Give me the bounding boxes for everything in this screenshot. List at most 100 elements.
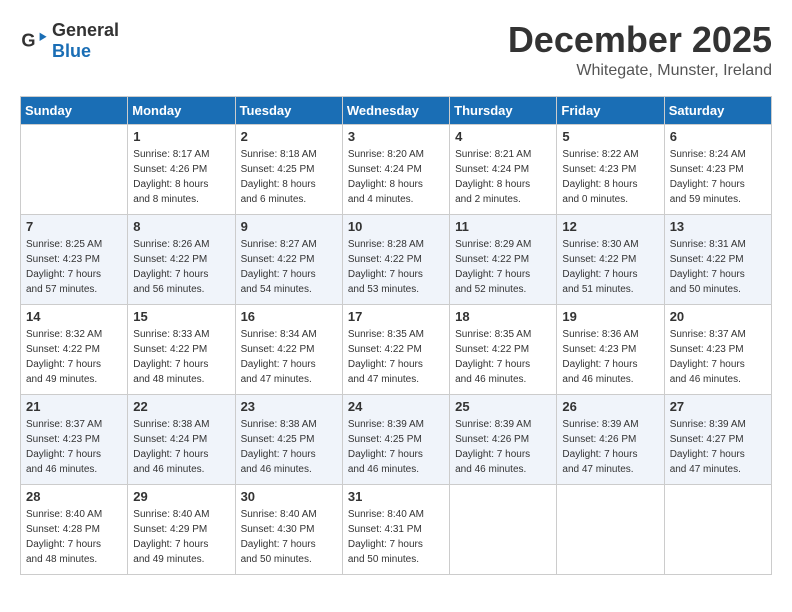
- day-info: Sunrise: 8:30 AMSunset: 4:22 PMDaylight:…: [562, 237, 658, 297]
- svg-text:G: G: [21, 31, 35, 51]
- day-number: 21: [26, 399, 122, 414]
- day-info: Sunrise: 8:33 AMSunset: 4:22 PMDaylight:…: [133, 327, 229, 387]
- logo-blue-text: Blue: [52, 41, 91, 61]
- day-number: 8: [133, 219, 229, 234]
- day-info: Sunrise: 8:37 AMSunset: 4:23 PMDaylight:…: [26, 417, 122, 477]
- day-number: 28: [26, 489, 122, 504]
- calendar-cell: 25 Sunrise: 8:39 AMSunset: 4:26 PMDayligh…: [450, 394, 557, 484]
- calendar-week-row: 14 Sunrise: 8:32 AMSunset: 4:22 PMDayligh…: [21, 304, 772, 394]
- day-number: 23: [241, 399, 337, 414]
- day-number: 24: [348, 399, 444, 414]
- logo-icon: G: [20, 27, 48, 55]
- day-number: 6: [670, 129, 766, 144]
- location-title: Whitegate, Munster, Ireland: [508, 62, 772, 80]
- day-number: 13: [670, 219, 766, 234]
- day-number: 17: [348, 309, 444, 324]
- day-info: Sunrise: 8:21 AMSunset: 4:24 PMDaylight:…: [455, 147, 551, 207]
- calendar-cell: 16Sunrise: 8:34 AMSunset: 4:22 PMDayligh…: [235, 304, 342, 394]
- day-number: 19: [562, 309, 658, 324]
- calendar-cell: 5 Sunrise: 8:22 AMSunset: 4:23 PMDaylight…: [557, 124, 664, 214]
- day-number: 27: [670, 399, 766, 414]
- day-info: Sunrise: 8:40 AMSunset: 4:29 PMDaylight:…: [133, 507, 229, 567]
- day-info: Sunrise: 8:18 AMSunset: 4:25 PMDaylight:…: [241, 147, 337, 207]
- calendar-cell: 15 Sunrise: 8:33 AMSunset: 4:22 PMDayligh…: [128, 304, 235, 394]
- calendar-cell: 27 Sunrise: 8:39 AMSunset: 4:27 PMDayligh…: [664, 394, 771, 484]
- calendar-day-header: Sunday: [21, 96, 128, 124]
- day-info: Sunrise: 8:32 AMSunset: 4:22 PMDaylight:…: [26, 327, 122, 387]
- calendar-cell: 30Sunrise: 8:40 AMSunset: 4:30 PMDayligh…: [235, 484, 342, 574]
- calendar-cell: 26Sunrise: 8:39 AMSunset: 4:26 PMDayligh…: [557, 394, 664, 484]
- day-info: Sunrise: 8:39 AMSunset: 4:27 PMDaylight:…: [670, 417, 766, 477]
- day-number: 26: [562, 399, 658, 414]
- calendar-table: SundayMondayTuesdayWednesdayThursdayFrid…: [20, 96, 772, 575]
- calendar-cell: 31 Sunrise: 8:40 AMSunset: 4:31 PMDayligh…: [342, 484, 449, 574]
- calendar-day-header: Saturday: [664, 96, 771, 124]
- day-info: Sunrise: 8:27 AMSunset: 4:22 PMDaylight:…: [241, 237, 337, 297]
- day-info: Sunrise: 8:38 AMSunset: 4:25 PMDaylight:…: [241, 417, 337, 477]
- calendar-day-header: Tuesday: [235, 96, 342, 124]
- day-info: Sunrise: 8:35 AMSunset: 4:22 PMDaylight:…: [348, 327, 444, 387]
- day-number: 9: [241, 219, 337, 234]
- calendar-cell: 9 Sunrise: 8:27 AMSunset: 4:22 PMDaylight…: [235, 214, 342, 304]
- day-number: 5: [562, 129, 658, 144]
- day-number: 15: [133, 309, 229, 324]
- day-number: 14: [26, 309, 122, 324]
- day-number: 3: [348, 129, 444, 144]
- calendar-cell: 17 Sunrise: 8:35 AMSunset: 4:22 PMDayligh…: [342, 304, 449, 394]
- day-number: 7: [26, 219, 122, 234]
- calendar-cell: 10Sunrise: 8:28 AMSunset: 4:22 PMDayligh…: [342, 214, 449, 304]
- day-number: 1: [133, 129, 229, 144]
- day-info: Sunrise: 8:35 AMSunset: 4:22 PMDaylight:…: [455, 327, 551, 387]
- calendar-cell: 29 Sunrise: 8:40 AMSunset: 4:29 PMDayligh…: [128, 484, 235, 574]
- page-header: G General Blue December 2025 Whitegate, …: [20, 20, 772, 80]
- day-info: Sunrise: 8:38 AMSunset: 4:24 PMDaylight:…: [133, 417, 229, 477]
- day-number: 12: [562, 219, 658, 234]
- day-number: 2: [241, 129, 337, 144]
- day-info: Sunrise: 8:26 AMSunset: 4:22 PMDaylight:…: [133, 237, 229, 297]
- day-info: Sunrise: 8:39 AMSunset: 4:26 PMDaylight:…: [455, 417, 551, 477]
- day-info: Sunrise: 8:20 AMSunset: 4:24 PMDaylight:…: [348, 147, 444, 207]
- day-info: Sunrise: 8:28 AMSunset: 4:22 PMDaylight:…: [348, 237, 444, 297]
- day-number: 11: [455, 219, 551, 234]
- calendar-cell: 20 Sunrise: 8:37 AMSunset: 4:23 PMDayligh…: [664, 304, 771, 394]
- day-number: 20: [670, 309, 766, 324]
- calendar-cell: 3 Sunrise: 8:20 AMSunset: 4:24 PMDaylight…: [342, 124, 449, 214]
- calendar-cell: 1Sunrise: 8:17 AMSunset: 4:26 PMDaylight…: [128, 124, 235, 214]
- calendar-cell: [450, 484, 557, 574]
- day-info: Sunrise: 8:37 AMSunset: 4:23 PMDaylight:…: [670, 327, 766, 387]
- month-title: December 2025: [508, 20, 772, 60]
- calendar-cell: 14 Sunrise: 8:32 AMSunset: 4:22 PMDayligh…: [21, 304, 128, 394]
- day-info: Sunrise: 8:40 AMSunset: 4:28 PMDaylight:…: [26, 507, 122, 567]
- calendar-cell: 7 Sunrise: 8:25 AMSunset: 4:23 PMDaylight…: [21, 214, 128, 304]
- day-info: Sunrise: 8:22 AMSunset: 4:23 PMDaylight:…: [562, 147, 658, 207]
- calendar-day-header: Monday: [128, 96, 235, 124]
- calendar-cell: 19 Sunrise: 8:36 AMSunset: 4:23 PMDayligh…: [557, 304, 664, 394]
- calendar-week-row: 7 Sunrise: 8:25 AMSunset: 4:23 PMDaylight…: [21, 214, 772, 304]
- calendar-week-row: 21 Sunrise: 8:37 AMSunset: 4:23 PMDayligh…: [21, 394, 772, 484]
- calendar-day-header: Wednesday: [342, 96, 449, 124]
- calendar-cell: 6 Sunrise: 8:24 AMSunset: 4:23 PMDaylight…: [664, 124, 771, 214]
- calendar-cell: 24Sunrise: 8:39 AMSunset: 4:25 PMDayligh…: [342, 394, 449, 484]
- day-number: 16: [241, 309, 337, 324]
- calendar-cell: 4Sunrise: 8:21 AMSunset: 4:24 PMDaylight…: [450, 124, 557, 214]
- day-info: Sunrise: 8:31 AMSunset: 4:22 PMDaylight:…: [670, 237, 766, 297]
- day-number: 29: [133, 489, 229, 504]
- calendar-cell: 12 Sunrise: 8:30 AMSunset: 4:22 PMDayligh…: [557, 214, 664, 304]
- day-info: Sunrise: 8:40 AMSunset: 4:30 PMDaylight:…: [241, 507, 337, 567]
- day-info: Sunrise: 8:36 AMSunset: 4:23 PMDaylight:…: [562, 327, 658, 387]
- day-info: Sunrise: 8:24 AMSunset: 4:23 PMDaylight:…: [670, 147, 766, 207]
- day-number: 25: [455, 399, 551, 414]
- day-info: Sunrise: 8:29 AMSunset: 4:22 PMDaylight:…: [455, 237, 551, 297]
- day-number: 18: [455, 309, 551, 324]
- title-area: December 2025 Whitegate, Munster, Irelan…: [508, 20, 772, 80]
- calendar-cell: [21, 124, 128, 214]
- calendar-cell: 8 Sunrise: 8:26 AMSunset: 4:22 PMDaylight…: [128, 214, 235, 304]
- calendar-cell: 11 Sunrise: 8:29 AMSunset: 4:22 PMDayligh…: [450, 214, 557, 304]
- calendar-cell: 2 Sunrise: 8:18 AMSunset: 4:25 PMDaylight…: [235, 124, 342, 214]
- day-info: Sunrise: 8:25 AMSunset: 4:23 PMDaylight:…: [26, 237, 122, 297]
- day-number: 31: [348, 489, 444, 504]
- calendar-cell: 13 Sunrise: 8:31 AMSunset: 4:22 PMDayligh…: [664, 214, 771, 304]
- calendar-week-row: 1Sunrise: 8:17 AMSunset: 4:26 PMDaylight…: [21, 124, 772, 214]
- calendar-cell: 23 Sunrise: 8:38 AMSunset: 4:25 PMDayligh…: [235, 394, 342, 484]
- day-info: Sunrise: 8:40 AMSunset: 4:31 PMDaylight:…: [348, 507, 444, 567]
